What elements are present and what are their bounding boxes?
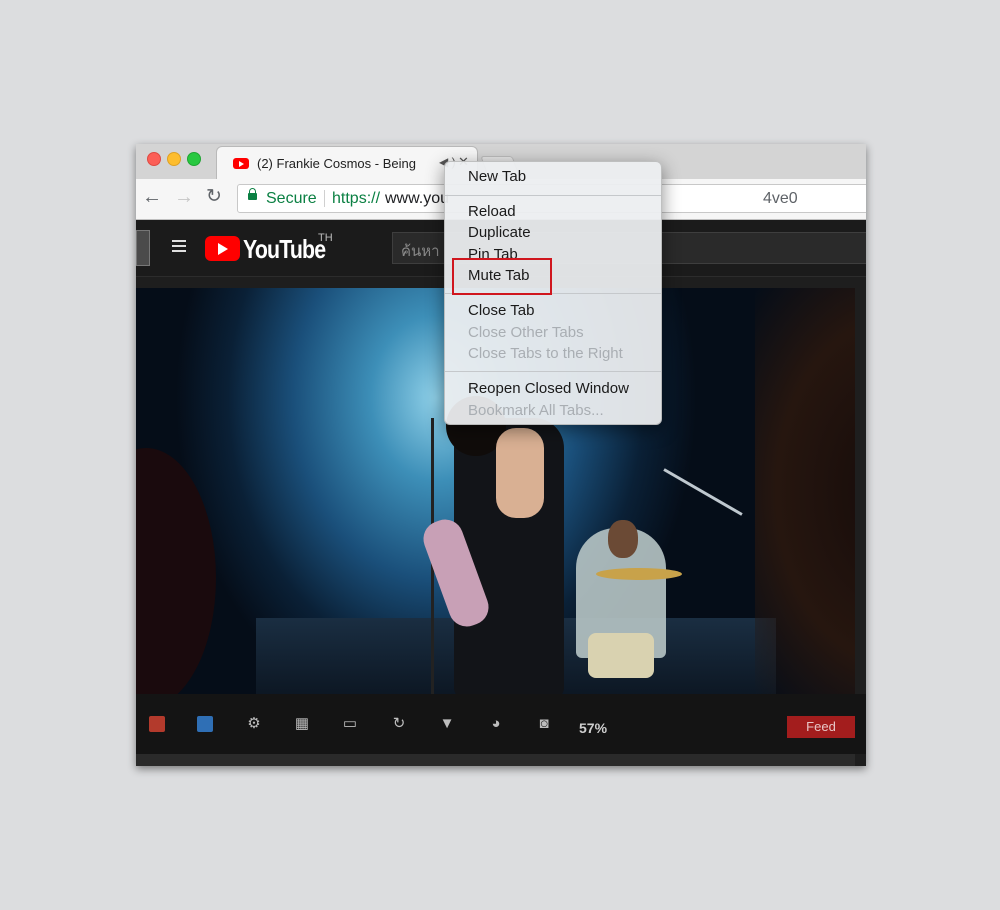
close-window-button[interactable] [147, 152, 161, 166]
url-host: www.you [385, 190, 450, 207]
reload-button[interactable]: ↻ [206, 187, 222, 207]
red-icon[interactable] [149, 716, 165, 732]
blue-icon[interactable] [197, 716, 213, 732]
side-handle[interactable] [136, 230, 150, 266]
youtube-favicon-icon [233, 158, 249, 169]
lock-icon [248, 188, 257, 200]
crowd-silhouette-right [755, 288, 855, 694]
minimize-window-button[interactable] [167, 152, 181, 166]
drummer-head [608, 520, 638, 558]
url-scheme: https:// [332, 190, 381, 207]
camera-icon[interactable]: ◙ [536, 716, 552, 732]
secure-label: Secure [266, 190, 317, 207]
rotate-icon[interactable]: ↻ [391, 716, 407, 732]
drum [588, 633, 654, 678]
highlight-box [452, 258, 552, 295]
browser-tab[interactable]: (2) Frankie Cosmos - Being ◀ ) ✕ [216, 146, 478, 179]
cymbal [596, 568, 682, 580]
player-controls: ⚙ ▦ ▭ ↻ ▼ ◕ ◙ 57% Feed [136, 694, 866, 754]
zoom-window-button[interactable] [187, 152, 201, 166]
region-label: TH [318, 232, 333, 244]
feed-button[interactable]: Feed [787, 716, 855, 738]
menu-item-reopen-closed-window[interactable]: Reopen Closed Window [468, 380, 629, 397]
crowd-silhouette [136, 448, 216, 694]
youtube-logo-text[interactable]: YouTube [243, 234, 326, 265]
url-tail: 4ve0 [763, 190, 798, 207]
menu-item-close-tabs-right: Close Tabs to the Right [468, 345, 623, 362]
menu-icon[interactable] [172, 240, 186, 242]
menu-item-close-tab[interactable]: Close Tab [468, 302, 534, 319]
zoom-percent: 57% [579, 720, 608, 736]
back-button[interactable]: ← [142, 187, 162, 207]
palette-icon[interactable]: ◕ [488, 716, 504, 732]
youtube-logo-icon[interactable] [205, 236, 240, 261]
bottom-bar [136, 754, 855, 766]
menu-item-new-tab[interactable]: New Tab [468, 168, 526, 185]
tab-title: (2) Frankie Cosmos - Being [257, 156, 416, 171]
menu-item-duplicate[interactable]: Duplicate [468, 224, 531, 241]
divider [324, 190, 325, 207]
menu-separator [445, 195, 661, 196]
menu-item-bookmark-all-tabs: Bookmark All Tabs... [468, 402, 604, 419]
gear-icon[interactable]: ⚙ [246, 716, 262, 732]
menu-item-reload[interactable]: Reload [468, 203, 516, 220]
film-icon[interactable]: ▦ [294, 716, 310, 732]
singer-arm [496, 428, 544, 518]
menu-separator [445, 371, 661, 372]
forward-button[interactable]: → [174, 187, 194, 207]
mic-boom [663, 468, 743, 516]
search-placeholder: ค้นหา [401, 243, 440, 260]
picture-icon[interactable]: ▭ [342, 716, 358, 732]
menu-item-close-other-tabs: Close Other Tabs [468, 324, 584, 341]
filter-icon[interactable]: ▼ [439, 716, 455, 732]
